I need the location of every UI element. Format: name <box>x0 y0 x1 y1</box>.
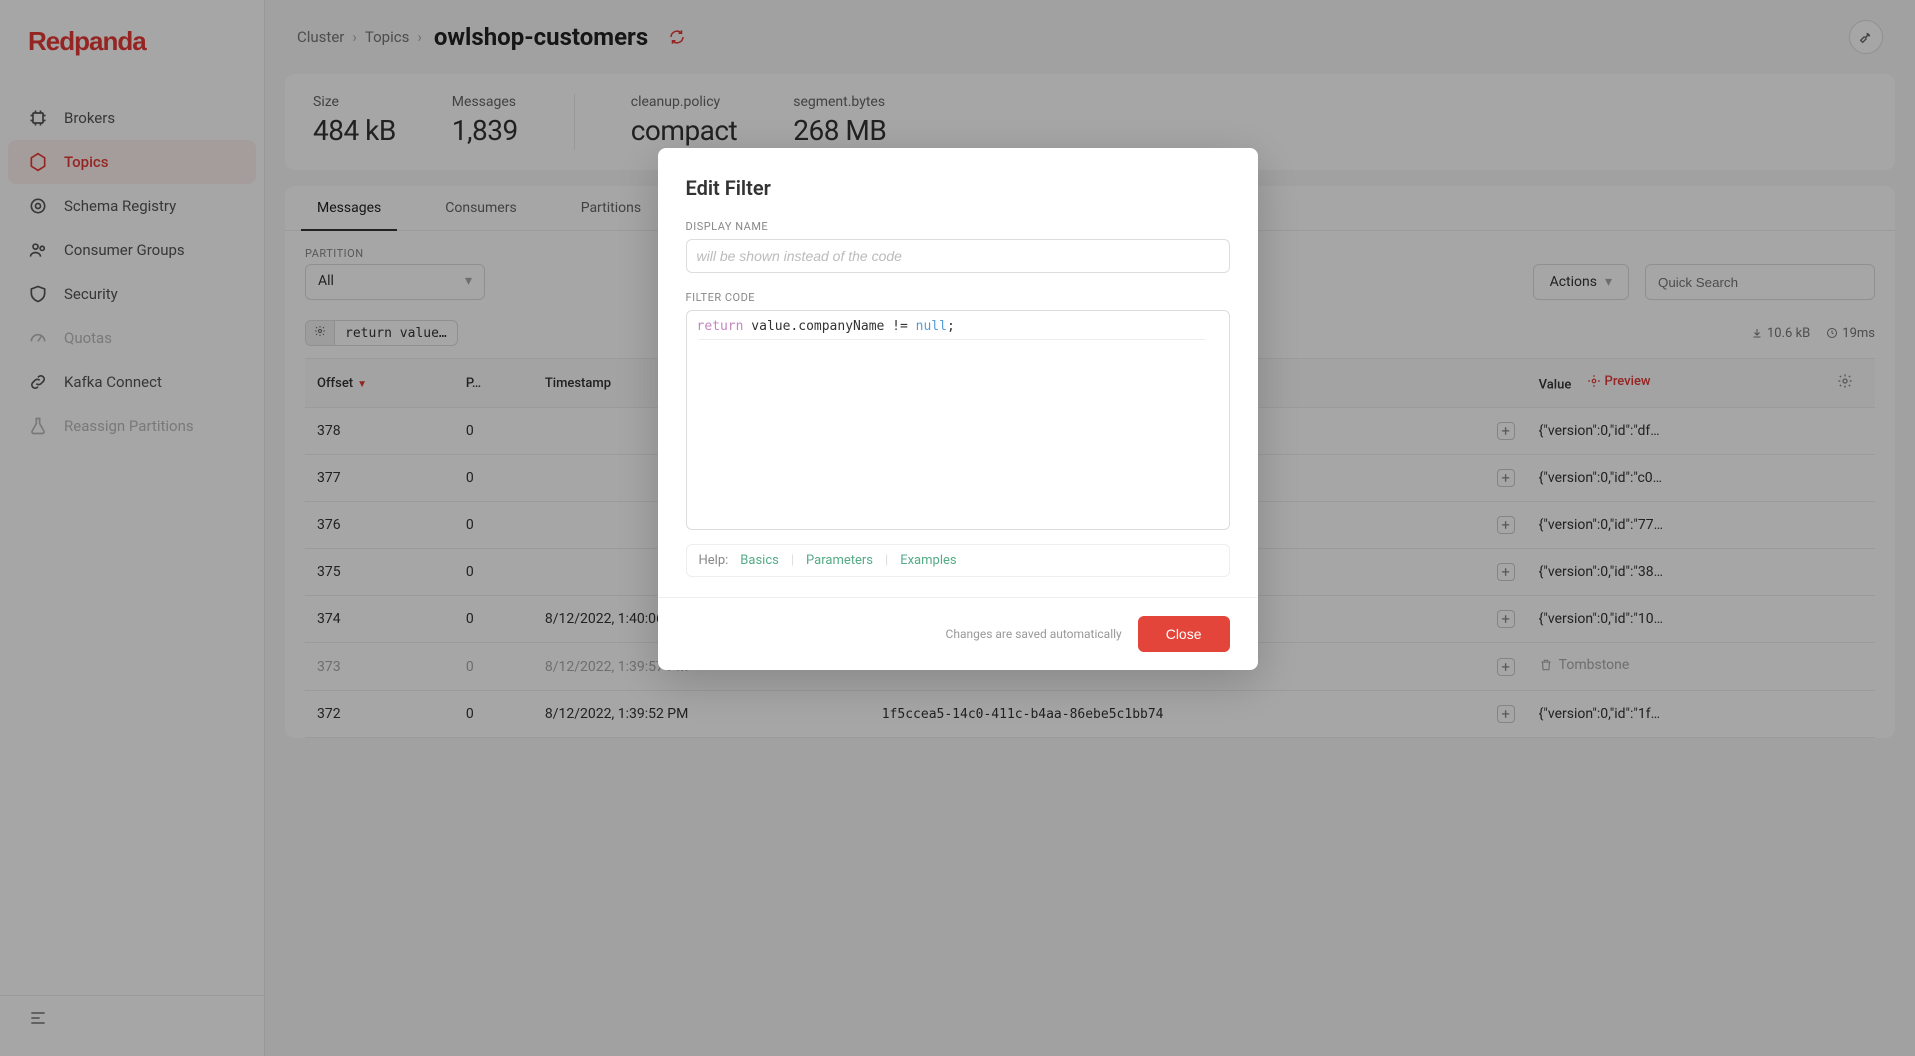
help-label: Help: <box>699 553 729 568</box>
code-token-return: return <box>697 319 744 334</box>
modal-title: Edit Filter <box>686 176 1230 200</box>
help-link-examples[interactable]: Examples <box>900 553 956 568</box>
modal-footer: Changes are saved automatically Close <box>658 597 1258 670</box>
display-name-label: DISPLAY NAME <box>686 220 1230 233</box>
autosave-hint: Changes are saved automatically <box>946 627 1122 641</box>
help-link-basics[interactable]: Basics <box>740 553 779 568</box>
filter-code-label: FILTER CODE <box>686 291 1230 304</box>
display-name-input[interactable] <box>686 239 1230 273</box>
edit-filter-modal: Edit Filter DISPLAY NAME FILTER CODE ret… <box>658 148 1258 670</box>
code-token-end: ; <box>947 319 955 334</box>
modal-backdrop[interactable]: Edit Filter DISPLAY NAME FILTER CODE ret… <box>0 0 1915 1056</box>
help-bar: Help: Basics | Parameters | Examples <box>686 544 1230 577</box>
filter-code-editor[interactable]: return value.companyName != null; <box>686 310 1230 530</box>
code-token-null: null <box>916 319 947 334</box>
close-button[interactable]: Close <box>1138 616 1230 652</box>
help-link-parameters[interactable]: Parameters <box>806 553 873 568</box>
code-token-body: value.companyName != <box>743 319 915 334</box>
